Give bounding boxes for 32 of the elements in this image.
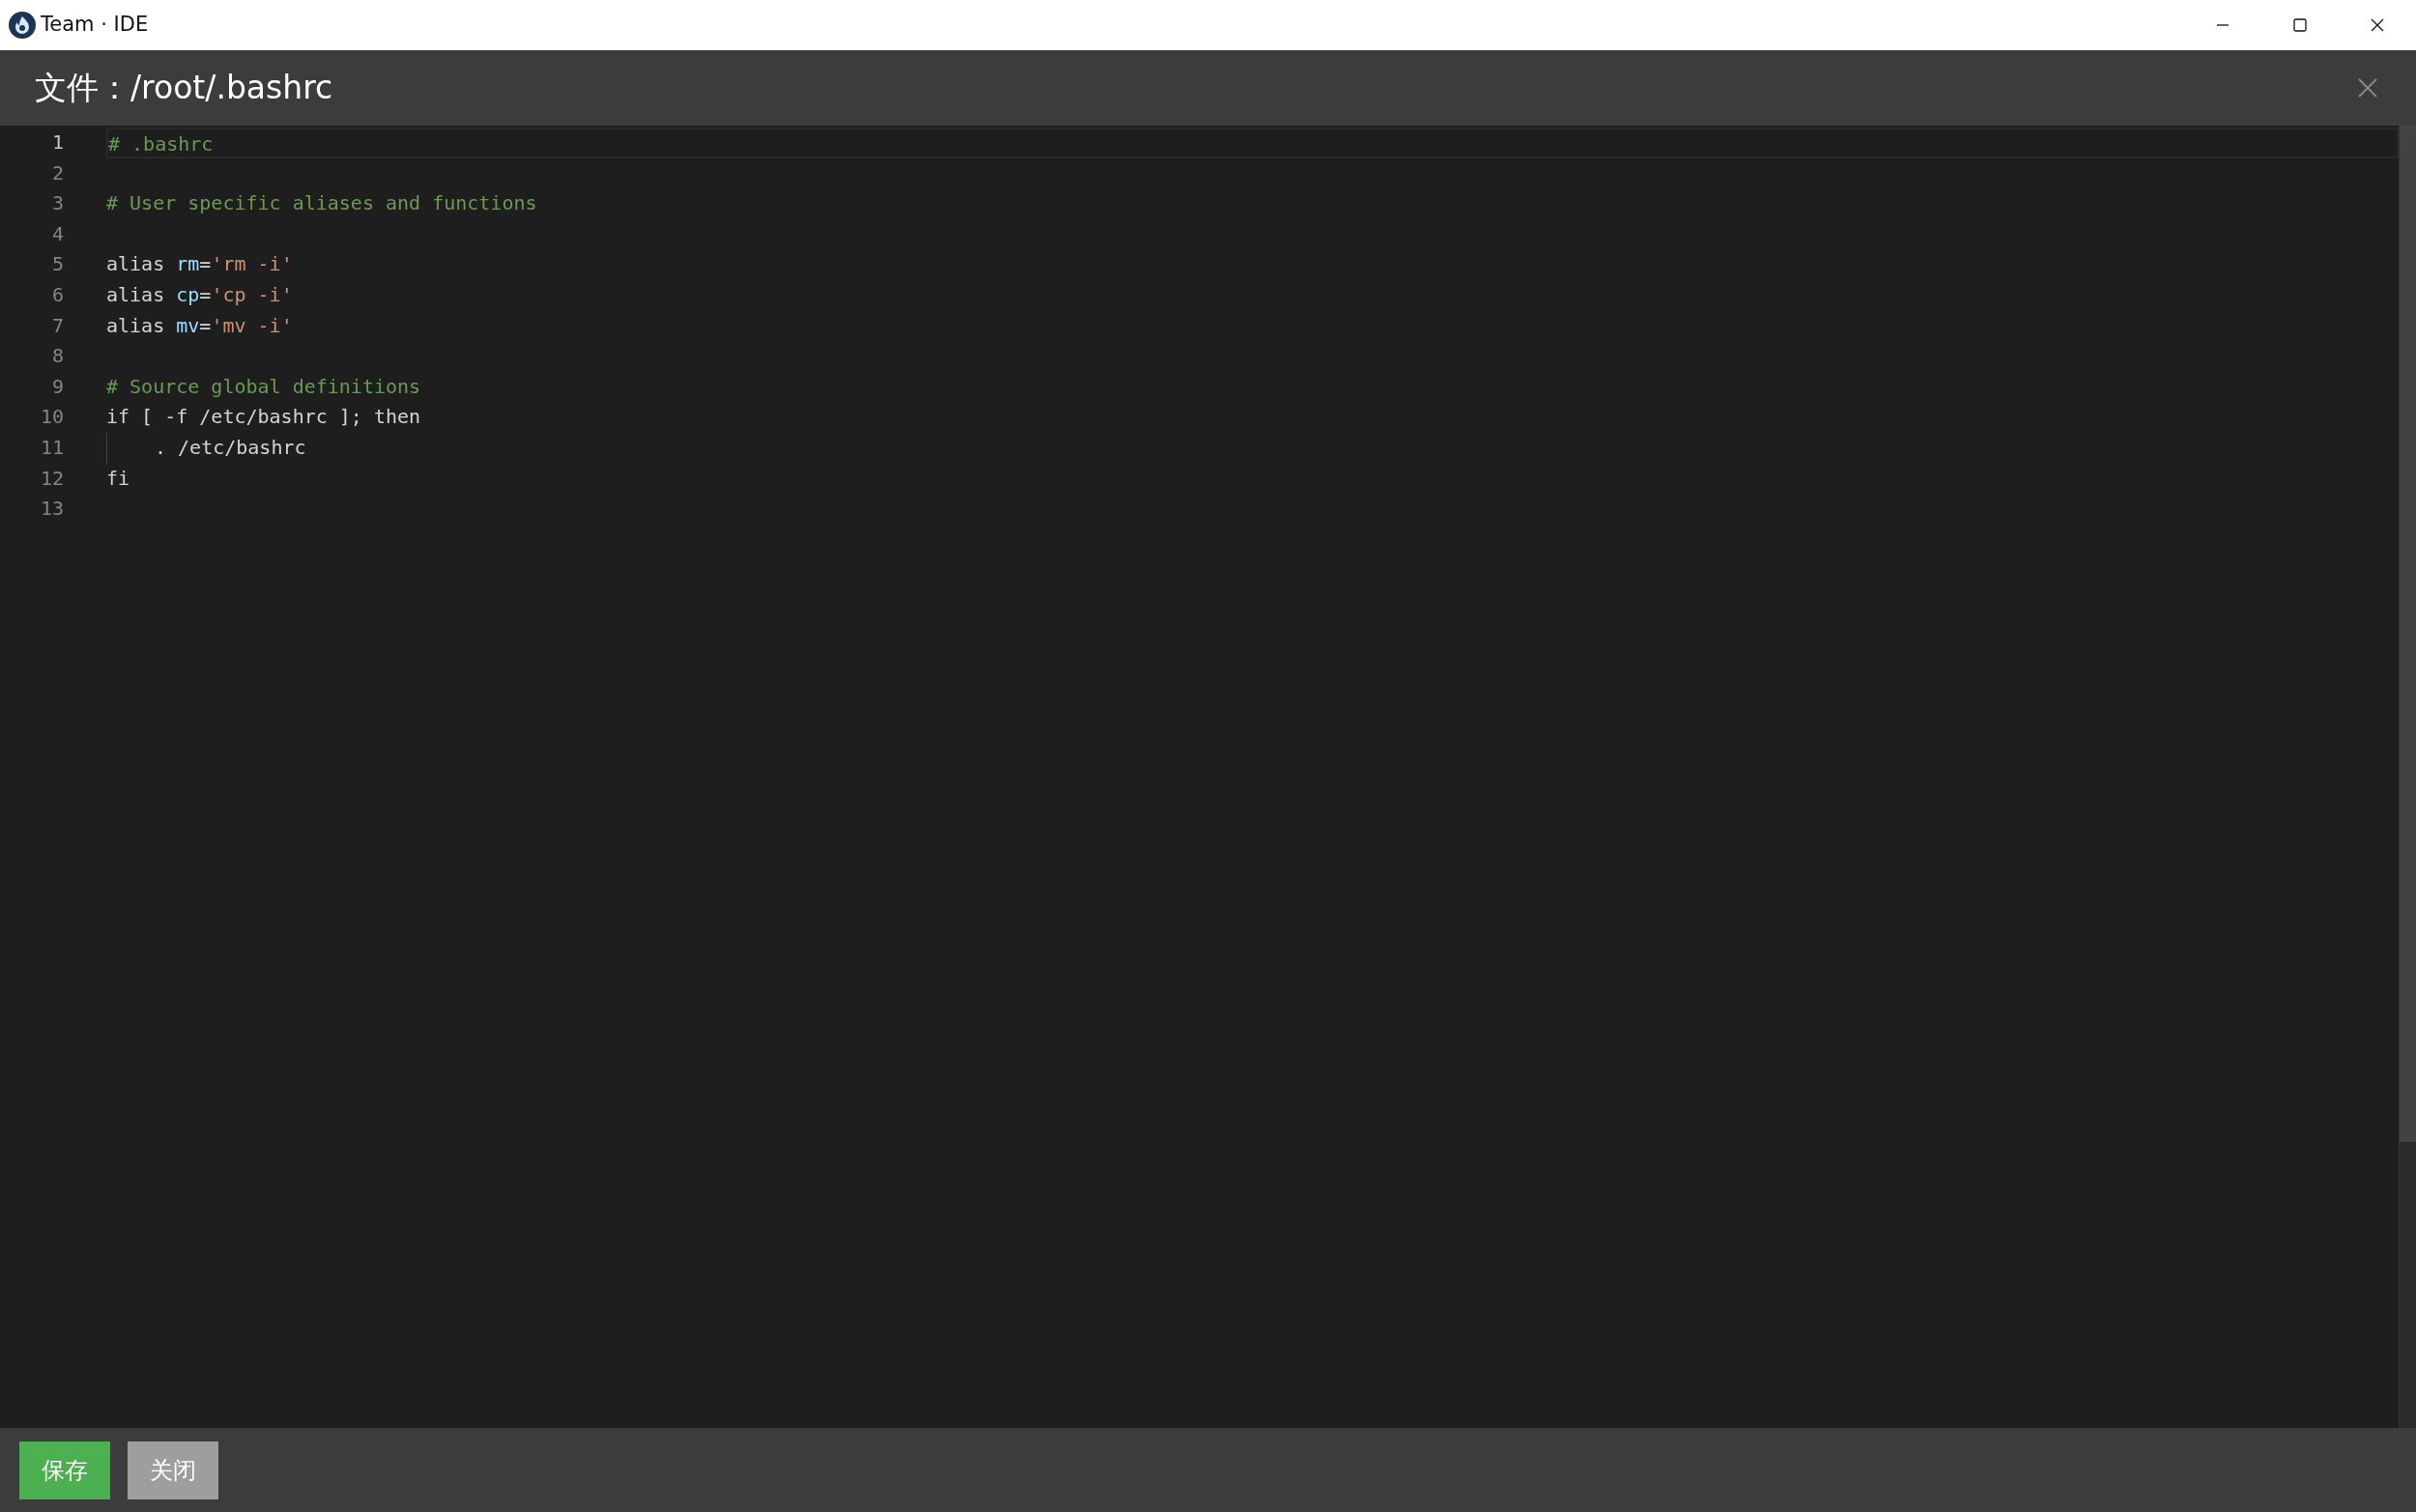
- line-number: 10: [39, 404, 64, 431]
- app-logo-icon: [8, 11, 37, 40]
- window-title: Team · IDE: [41, 12, 149, 39]
- line-number: 11: [39, 434, 64, 461]
- code-line: # User specific aliases and functions: [106, 190, 538, 217]
- close-button[interactable]: 关闭: [128, 1441, 218, 1499]
- line-number: 13: [39, 496, 64, 523]
- dialog-title: 文件：/root/.bashrc: [35, 68, 333, 109]
- code-line: # Source global definitions: [106, 373, 422, 400]
- line-number: 7: [50, 312, 64, 339]
- scrollbar[interactable]: [2399, 126, 2416, 1428]
- line-number: 4: [50, 220, 64, 247]
- code-line: alias mv='mv -i': [106, 312, 294, 339]
- scrollbar-thumb[interactable]: [2400, 126, 2416, 1142]
- line-number: 1: [50, 129, 64, 156]
- save-button[interactable]: 保存: [19, 1441, 110, 1499]
- line-number: 3: [50, 190, 64, 217]
- close-icon: [2356, 76, 2379, 100]
- code-line: alias cp='cp -i': [106, 281, 294, 308]
- line-number: 6: [50, 281, 64, 308]
- line-number: 12: [39, 465, 64, 492]
- line-number: 8: [50, 343, 64, 370]
- minimize-icon: [2217, 24, 2229, 27]
- code-line: if [ -f /etc/bashrc ]; then: [106, 404, 422, 431]
- code-line: fi: [106, 465, 131, 492]
- line-number: 2: [50, 159, 64, 186]
- close-icon: [2370, 17, 2385, 34]
- code-line: alias rm='rm -i': [106, 251, 294, 278]
- maximize-icon: [2292, 17, 2308, 34]
- line-number: 9: [50, 373, 64, 400]
- line-number: 5: [50, 251, 64, 278]
- code-line: . /etc/bashrc: [106, 432, 2399, 464]
